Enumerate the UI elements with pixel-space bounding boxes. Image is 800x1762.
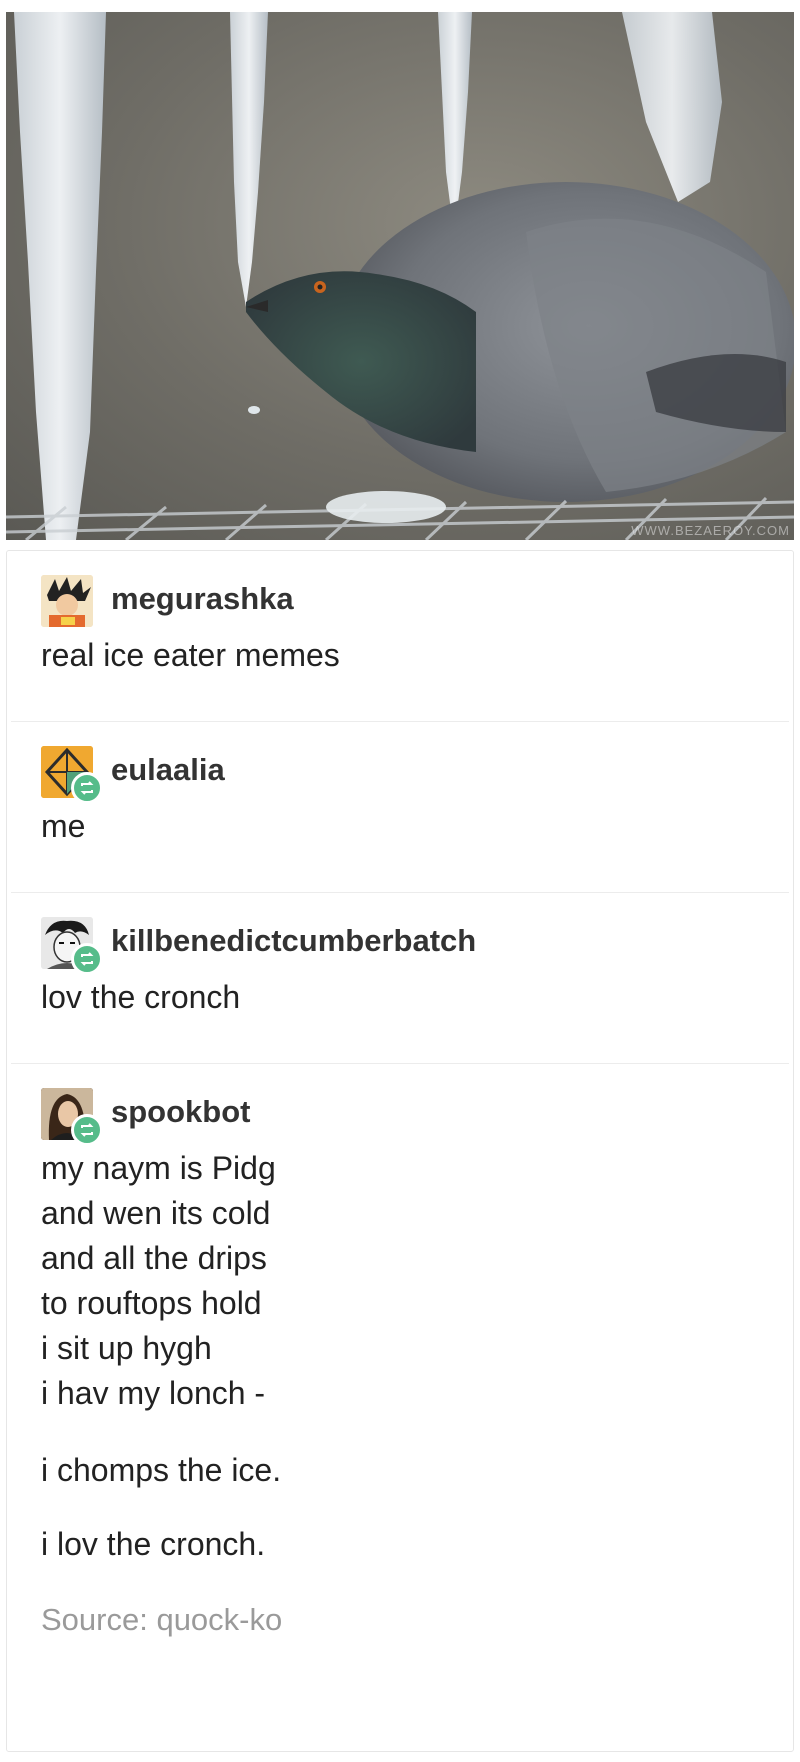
- divider: [11, 721, 789, 722]
- username[interactable]: killbenedictcumberbatch: [111, 923, 476, 959]
- avatar[interactable]: [41, 575, 93, 627]
- reblog-icon: [71, 772, 103, 804]
- poem-line: to rouftops hold: [41, 1285, 262, 1321]
- poem-line: and all the drips: [41, 1240, 267, 1276]
- reblog-chain-card: megurashka real ice eater memes eulaalia…: [6, 550, 794, 1752]
- post-text: real ice eater memes: [41, 637, 340, 673]
- poem-line: i chomps the ice.: [41, 1452, 282, 1488]
- poem-line: i sit up hygh: [41, 1330, 212, 1366]
- image-watermark: WWW.BEZAEROY.COM: [631, 523, 790, 538]
- username[interactable]: spookbot: [111, 1094, 251, 1130]
- divider: [11, 892, 789, 893]
- source-link[interactable]: Source: quock-ko: [41, 1602, 282, 1638]
- poem-line: my naym is Pidg: [41, 1150, 276, 1186]
- post-photo[interactable]: WWW.BEZAEROY.COM: [6, 12, 794, 540]
- pigeon-icicle-image: [6, 12, 794, 540]
- poem-stanza: my naym is Pidg and wen its cold and all…: [41, 1146, 276, 1416]
- poem-line: i lov the cronch.: [41, 1526, 266, 1562]
- username[interactable]: eulaalia: [111, 752, 225, 788]
- poem-line: i hav my lonch -: [41, 1375, 266, 1411]
- divider: [11, 1063, 789, 1064]
- reblog-icon: [71, 1114, 103, 1146]
- post-text: lov the cronch: [41, 979, 241, 1015]
- reblog-icon: [71, 943, 103, 975]
- poem-line: and wen its cold: [41, 1195, 271, 1231]
- avatar-image: [41, 575, 93, 627]
- username[interactable]: megurashka: [111, 581, 294, 617]
- post-text: me: [41, 808, 86, 844]
